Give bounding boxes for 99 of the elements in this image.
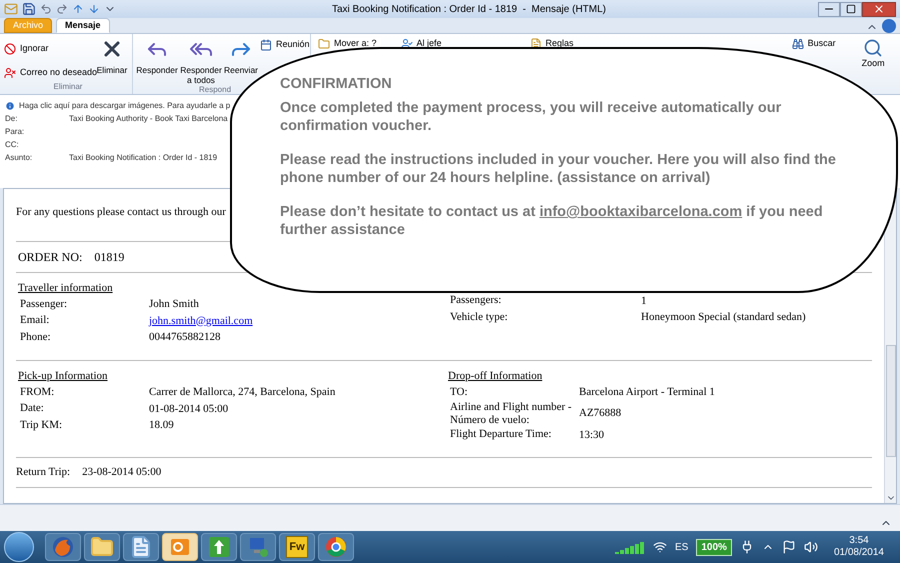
taskbar-button[interactable]: Fw [279, 533, 315, 561]
folder-icon [318, 38, 330, 50]
group-label: Respond [199, 85, 232, 95]
rules-button[interactable]: Reglas [530, 38, 574, 49]
header-label: Para: [5, 126, 26, 138]
mail-app-icon [169, 536, 191, 558]
field-label: Trip KM: [20, 418, 64, 432]
ribbon-button[interactable]: Correo no deseado [4, 67, 98, 79]
return-trip-value: 23-08-2014 05:00 [82, 465, 162, 480]
ribbon-button[interactable]: Responder [137, 37, 177, 75]
language-indicator[interactable]: ES [675, 540, 688, 554]
arrow-down-icon[interactable] [88, 3, 100, 15]
arrow-up-icon [208, 536, 230, 558]
volume-icon [804, 540, 818, 554]
header-label: CC: [5, 138, 20, 150]
field-label: Email: [20, 314, 50, 328]
field-label: FROM: [20, 386, 56, 399]
callout-paragraph: Please read the instructions included in your voucher. Here you will also find the phone number of our 24 hours helpline. (assistance on arrival) [280, 151, 837, 187]
minimize-button[interactable] [818, 2, 840, 16]
app-icon: Fw [286, 536, 308, 558]
field-value: 1 [641, 294, 646, 308]
move-button[interactable]: Mover a: ? [314, 38, 381, 49]
clock-date: 01/08/2014 [834, 547, 884, 559]
header-value: Taxi Booking Authority - Book Taxi Barcelona [69, 112, 228, 124]
antenna-icon [653, 540, 668, 554]
ribbon-button[interactable]: Responder a todos [180, 37, 222, 85]
ribbon-tab[interactable]: Mensaje [56, 18, 110, 33]
round-app-icon [325, 536, 347, 558]
start-button[interactable] [4, 532, 34, 562]
order-label: ORDER NO: [18, 248, 82, 266]
close-button[interactable] [862, 2, 896, 16]
field-label: Passenger: [20, 298, 68, 311]
field-label: Date: [20, 402, 45, 416]
callout-paragraph: Please don’t hesitate to contact us at info@booktaxibarcelona.com if you need further assistance [280, 203, 824, 239]
close-icon [873, 3, 885, 15]
taskbar-button[interactable] [84, 533, 120, 561]
section-title: Traveller information [18, 280, 113, 296]
field-value: Carrer de Mallorca, 274, Barcelona, Spain [149, 385, 336, 400]
notepad-icon [129, 535, 153, 559]
field-value: 0044765882128 [149, 330, 220, 345]
callout-title: CONFIRMATION [280, 75, 392, 93]
field-label: Airline and Flight number - Número de vuelo: [450, 400, 573, 426]
ribbon-button[interactable]: Reenviar [225, 37, 257, 75]
zoom-button[interactable]: Zoom [862, 38, 885, 68]
header-value: Taxi Booking Notification : Order Id - 1819 [69, 152, 218, 164]
maximize-button[interactable] [840, 2, 862, 16]
folder-icon [90, 535, 114, 559]
globe-icon [52, 536, 74, 558]
to-boss-button[interactable]: Al jefe [400, 38, 442, 49]
field-value: 13:30 [579, 428, 604, 442]
binoculars-icon [792, 38, 804, 50]
field-label: TO: [450, 386, 469, 399]
return-trip-label: Return Trip: [16, 465, 70, 480]
undo-icon[interactable] [40, 3, 52, 15]
taskbar-button[interactable] [318, 533, 354, 561]
taskbar-button[interactable] [123, 533, 159, 561]
maximize-icon [846, 4, 856, 14]
flag-icon [782, 540, 796, 554]
arrow-up-icon[interactable] [72, 3, 84, 15]
intro-text: For any questions please contact us through our [16, 205, 226, 220]
ribbon-button[interactable]: Ignorar [4, 43, 49, 55]
field-label: Flight Departure Time: [450, 428, 552, 442]
field-value: 01-08-2014 05:00 [149, 402, 228, 416]
email-link[interactable]: info@booktaxibarcelona.com [539, 204, 742, 220]
meeting-button[interactable]: Reunión [260, 39, 310, 50]
field-label: Vehicle type: [450, 310, 509, 324]
callout-paragraph: Once completed the payment process, you will receive automatically our confirmation voucher. [280, 99, 782, 135]
ignore-icon [4, 43, 16, 55]
field-label: Phone: [20, 330, 52, 344]
document-icon [530, 38, 542, 50]
field-value: Barcelona Airport - Terminal 1 [579, 385, 715, 400]
battery-indicator: 100% [696, 538, 732, 556]
field-value: AZ76888 [579, 406, 622, 422]
junk-icon [4, 67, 16, 79]
group-label: Eliminar [54, 82, 82, 92]
user-icon [400, 38, 413, 50]
order-number: 01819 [94, 248, 124, 266]
header-label: De: [5, 112, 18, 124]
clock-time: 3:54 [849, 535, 869, 547]
header-label: Asunto: [5, 152, 34, 164]
section-title: Drop-off Information [448, 368, 542, 384]
section-title: Pick-up Information [18, 368, 108, 384]
computer-icon [247, 536, 269, 558]
mail-icon [4, 2, 18, 16]
calendar-icon [260, 38, 272, 50]
field-value: 18.09 [149, 418, 174, 433]
field-value: Honeymoon Special (standard sedan) [641, 310, 806, 325]
save-icon[interactable] [22, 2, 36, 16]
info-icon [5, 101, 15, 111]
email-link[interactable]: john.smith@gmail.com [149, 312, 253, 329]
redo-icon[interactable] [56, 3, 68, 15]
signal-icon [615, 540, 646, 554]
search-icon [863, 38, 884, 58]
window-title: Taxi Booking Notification : Order Id - 1819 - Mensaje (HTML) [332, 2, 606, 16]
field-label: Passengers: [450, 294, 502, 308]
field-value: John Smith [149, 297, 199, 312]
info-bar[interactable]: Haga clic aquí para descargar imágenes. Para ayudarle a p [19, 100, 230, 112]
taskbar-button[interactable] [201, 533, 237, 561]
find-button[interactable]: Buscar [792, 38, 836, 49]
